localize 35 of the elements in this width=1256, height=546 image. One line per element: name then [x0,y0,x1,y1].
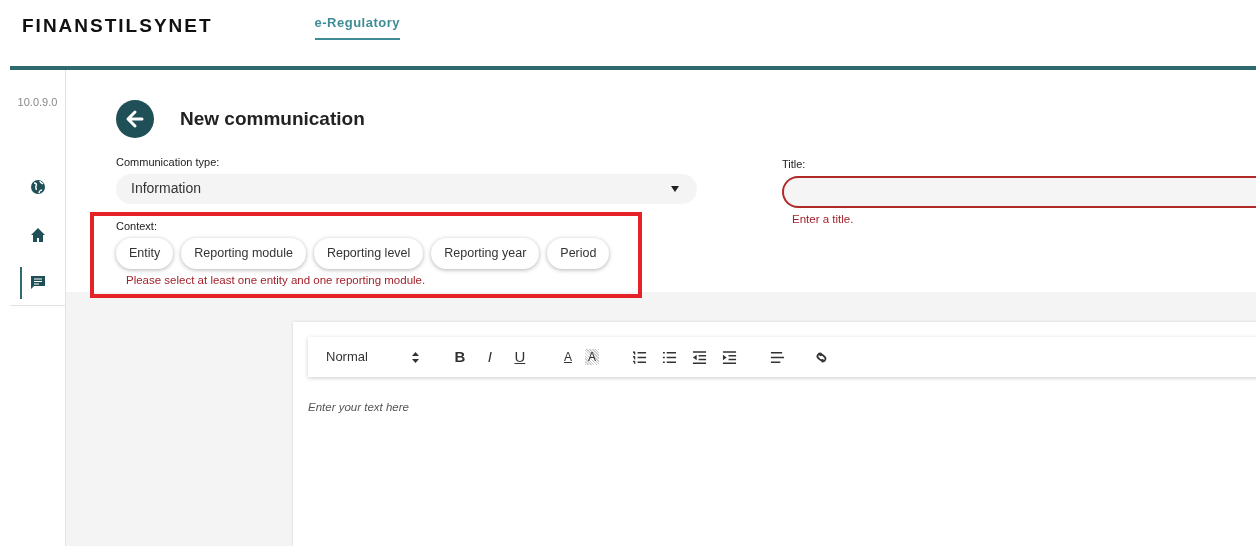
home-icon [29,226,46,243]
underline-button[interactable]: U [506,345,533,369]
field-label: Communication type: [116,155,221,170]
align-icon [770,349,786,365]
context-chip[interactable]: Reporting level [313,238,424,269]
globe-icon [29,178,46,195]
chat-icon [29,274,46,291]
italic-button[interactable]: I [476,345,503,369]
context-chip[interactable]: Reporting module [181,238,306,269]
context-chip[interactable]: Entity [116,238,174,269]
error-message: Enter a title. [792,211,855,227]
background-button[interactable]: A [584,349,599,365]
communication-type-select[interactable]: Information [116,173,697,204]
page-title: New communication [180,106,365,131]
version-label: 10.0.9.0 [17,95,58,110]
field-label: Title: [782,157,807,172]
back-button[interactable] [116,100,154,138]
bold-button[interactable]: B [446,345,473,369]
field-label: Context: [116,218,158,234]
context-chip[interactable]: Period [547,238,610,269]
outdent-icon [692,349,708,365]
app-tab[interactable]: e-Regulatory [314,11,401,41]
logo: FINANSTILSYNET [22,13,213,38]
sort-caret-icon [411,351,419,363]
editor-placeholder[interactable]: Enter your text here [308,399,1256,417]
error-message: Please select at least one entity and one reporting module. [126,273,427,288]
format-select[interactable]: Normal [326,347,419,367]
dropdown-caret-icon [671,185,679,192]
title-input[interactable] [782,175,1256,208]
context-chip[interactable]: Reporting year [431,238,540,269]
back-arrow-icon [125,109,145,129]
ordered-icon [632,349,648,365]
indent-icon [722,349,738,365]
bullet-icon [662,349,678,365]
color-button[interactable]: A [554,345,581,369]
